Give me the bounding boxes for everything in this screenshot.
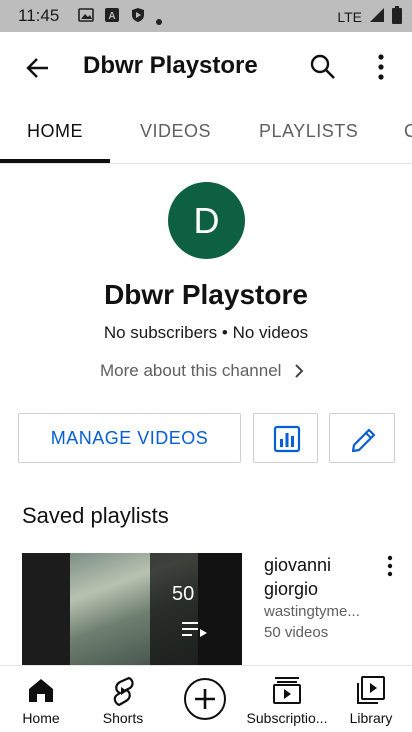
channel-tabs: HOME VIDEOS PLAYLISTS C (0, 100, 412, 164)
playlist-title[interactable]: giovanni giorgio (264, 553, 374, 601)
edit-channel-button[interactable] (329, 413, 395, 463)
channel-name: Dbwr Playstore (104, 279, 308, 310)
status-time: 11:45 (18, 6, 60, 25)
playlist-videos-count-label: 50 videos (264, 624, 329, 641)
status-bar: 11:45 A LTE (0, 0, 412, 32)
more-vert-icon (387, 555, 393, 577)
channel-stats: No subscribers • No videos (103, 323, 309, 342)
tab-indicator (0, 159, 110, 163)
playlist-menu-button[interactable] (380, 553, 400, 579)
chevron-right-icon (295, 364, 304, 378)
more-about-channel-link[interactable]: More about this channel (100, 361, 305, 381)
playlist-icon (182, 622, 207, 637)
battery-icon (392, 6, 402, 27)
subscriptions-icon (246, 674, 328, 706)
tab-videos[interactable]: VIDEOS (140, 121, 211, 142)
network-label: LTE (337, 8, 362, 25)
playlist-owner: wastingtyme... (264, 603, 360, 620)
app-bar: Dbwr Playstore (0, 32, 412, 100)
nav-label: Subscriptio... (246, 710, 328, 726)
search-button[interactable] (306, 50, 340, 84)
page-title: Dbwr Playstore (83, 52, 258, 79)
more-vert-icon (378, 54, 384, 80)
tab-playlists[interactable]: PLAYLISTS (259, 121, 358, 142)
search-icon (310, 54, 335, 79)
bottom-navigation: Home Shorts Subscriptio... Library (0, 665, 412, 732)
nav-label: Home (22, 710, 60, 726)
avatar[interactable]: D (168, 182, 245, 259)
nav-label: Shorts (102, 710, 144, 726)
playlist-count-overlay (150, 553, 242, 665)
library-icon (330, 674, 412, 706)
analytics-button[interactable] (253, 413, 318, 463)
home-icon (0, 674, 82, 706)
more-options-button[interactable] (368, 50, 394, 84)
back-arrow-icon (26, 58, 48, 78)
nav-shorts[interactable]: Shorts (82, 666, 164, 732)
signal-icon (370, 8, 384, 25)
more-about-label: More about this channel (100, 361, 282, 380)
dot-icon (156, 12, 162, 25)
saved-playlists-heading: Saved playlists (22, 503, 169, 528)
gallery-icon (78, 7, 94, 23)
manage-videos-button[interactable]: MANAGE VIDEOS (18, 413, 241, 463)
shorts-icon (82, 674, 164, 707)
edit-pencil-icon (351, 428, 376, 453)
shield-icon (130, 7, 146, 23)
nav-label: Library (349, 710, 393, 726)
nav-create[interactable] (164, 666, 246, 732)
playlist-video-count: 50 (172, 583, 195, 605)
nav-subscriptions[interactable]: Subscriptio... (246, 666, 328, 732)
playlist-thumbnail[interactable]: 50 (22, 553, 242, 665)
nav-library[interactable]: Library (330, 666, 412, 732)
nav-home[interactable]: Home (0, 666, 82, 732)
create-icon (164, 676, 246, 720)
app-a-icon: A (104, 7, 120, 23)
svg-text:A: A (108, 11, 115, 22)
back-button[interactable] (20, 50, 56, 86)
tab-home[interactable]: HOME (27, 121, 83, 142)
tab-overflow[interactable]: C (404, 121, 412, 142)
analytics-icon (273, 425, 301, 453)
